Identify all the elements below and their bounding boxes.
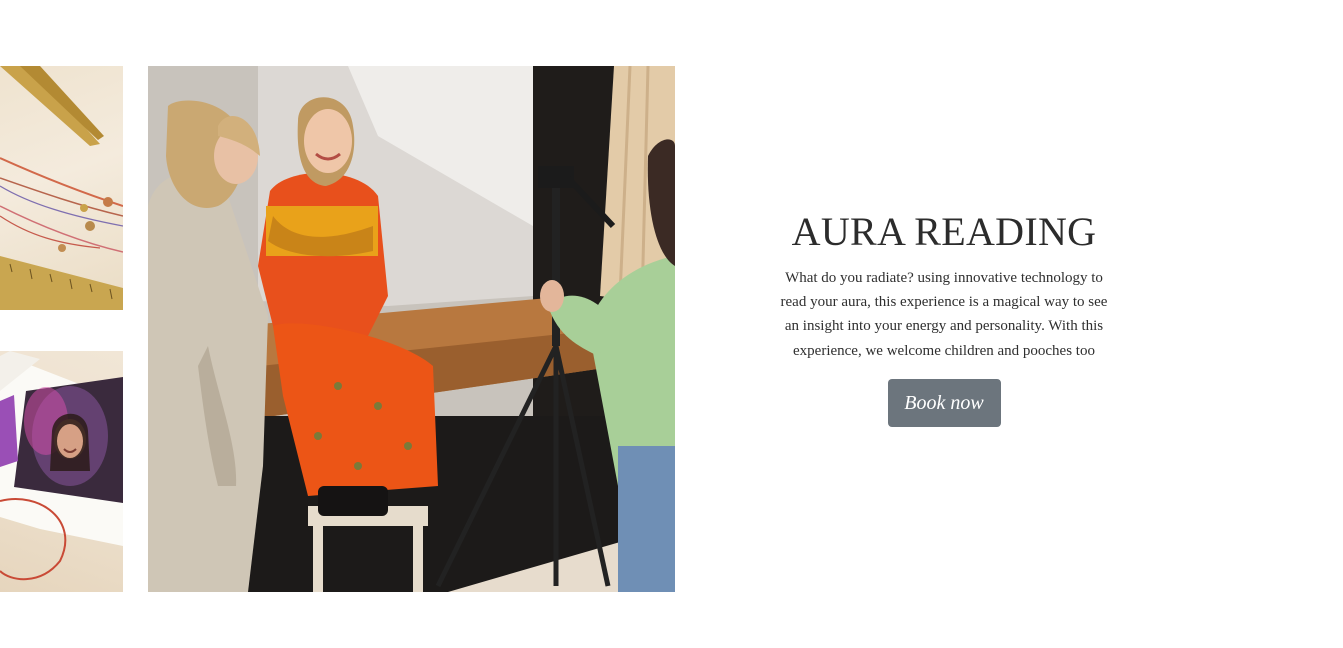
- jewelry-image: [0, 66, 123, 310]
- aura-reading-section: AURA READING What do you radiate? using …: [775, 208, 1113, 427]
- polaroid-illustration: [0, 351, 123, 581]
- book-now-button[interactable]: Book now: [887, 378, 1001, 427]
- aura-reading-photo: [148, 66, 675, 592]
- section-title: AURA READING: [791, 209, 1097, 254]
- polaroid-image: [0, 351, 123, 592]
- aura-reading-illustration: [148, 66, 675, 592]
- jewelry-illustration: [0, 66, 123, 310]
- section-description: What do you radiate? using innovative te…: [780, 270, 1108, 359]
